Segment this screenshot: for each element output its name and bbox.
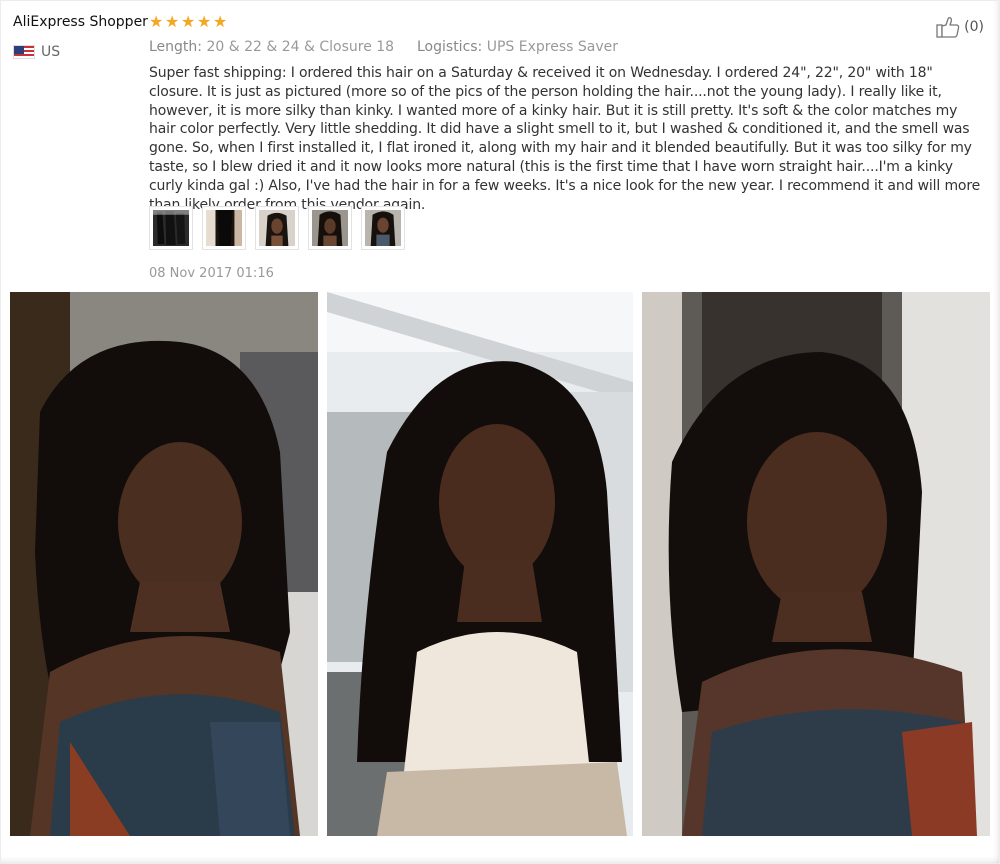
review-card: AliExpress Shopper US ★ ★ ★ ★ ★ (0) Leng… (0, 0, 1000, 864)
selfie-thumbnail (259, 210, 295, 246)
reviewer-info: AliExpress Shopper US (13, 14, 148, 60)
star-icon: ★ (197, 12, 212, 31)
hair-bundle-thumbnail (153, 210, 189, 246)
helpful-button[interactable]: (0) (936, 16, 984, 38)
hair-held-thumbnail (206, 210, 242, 246)
review-photo[interactable] (10, 292, 318, 836)
review-thumbnail[interactable] (308, 206, 352, 250)
review-body: Super fast shipping: I ordered this hair… (149, 65, 981, 213)
review-photo[interactable] (327, 292, 633, 836)
review-thumbnails (149, 206, 405, 250)
likes-count: (0) (964, 19, 984, 35)
review-photo[interactable] (642, 292, 990, 836)
selfie-thumbnail (365, 210, 401, 246)
reviewer-name: AliExpress Shopper (13, 14, 148, 30)
review-thumbnail[interactable] (255, 206, 299, 250)
country-code: US (41, 44, 61, 60)
length-label: Length: (149, 39, 203, 55)
logistics-label: Logistics: (417, 39, 483, 55)
us-flag-icon (13, 45, 35, 59)
review-thumbnail[interactable] (149, 206, 193, 250)
order-details: Length: 20 & 22 & 24 & Closure 18 Logist… (149, 39, 618, 55)
review-thumbnail[interactable] (202, 206, 246, 250)
star-icon: ★ (165, 12, 180, 31)
length-value: 20 & 22 & 24 & Closure 18 (206, 39, 395, 55)
selfie-photo (10, 292, 318, 836)
review-date: 08 Nov 2017 01:16 (149, 266, 274, 281)
star-icon: ★ (149, 12, 164, 31)
thumbs-up-icon[interactable] (936, 16, 960, 38)
logistics-value: UPS Express Saver (486, 39, 618, 55)
selfie-thumbnail (312, 210, 348, 246)
selfie-photo (327, 292, 633, 836)
selfie-photo (642, 292, 990, 836)
review-thumbnail[interactable] (361, 206, 405, 250)
star-icon: ★ (213, 12, 228, 31)
star-icon: ★ (181, 12, 196, 31)
reviewer-country: US (13, 44, 60, 60)
rating-stars: ★ ★ ★ ★ ★ (149, 12, 228, 31)
